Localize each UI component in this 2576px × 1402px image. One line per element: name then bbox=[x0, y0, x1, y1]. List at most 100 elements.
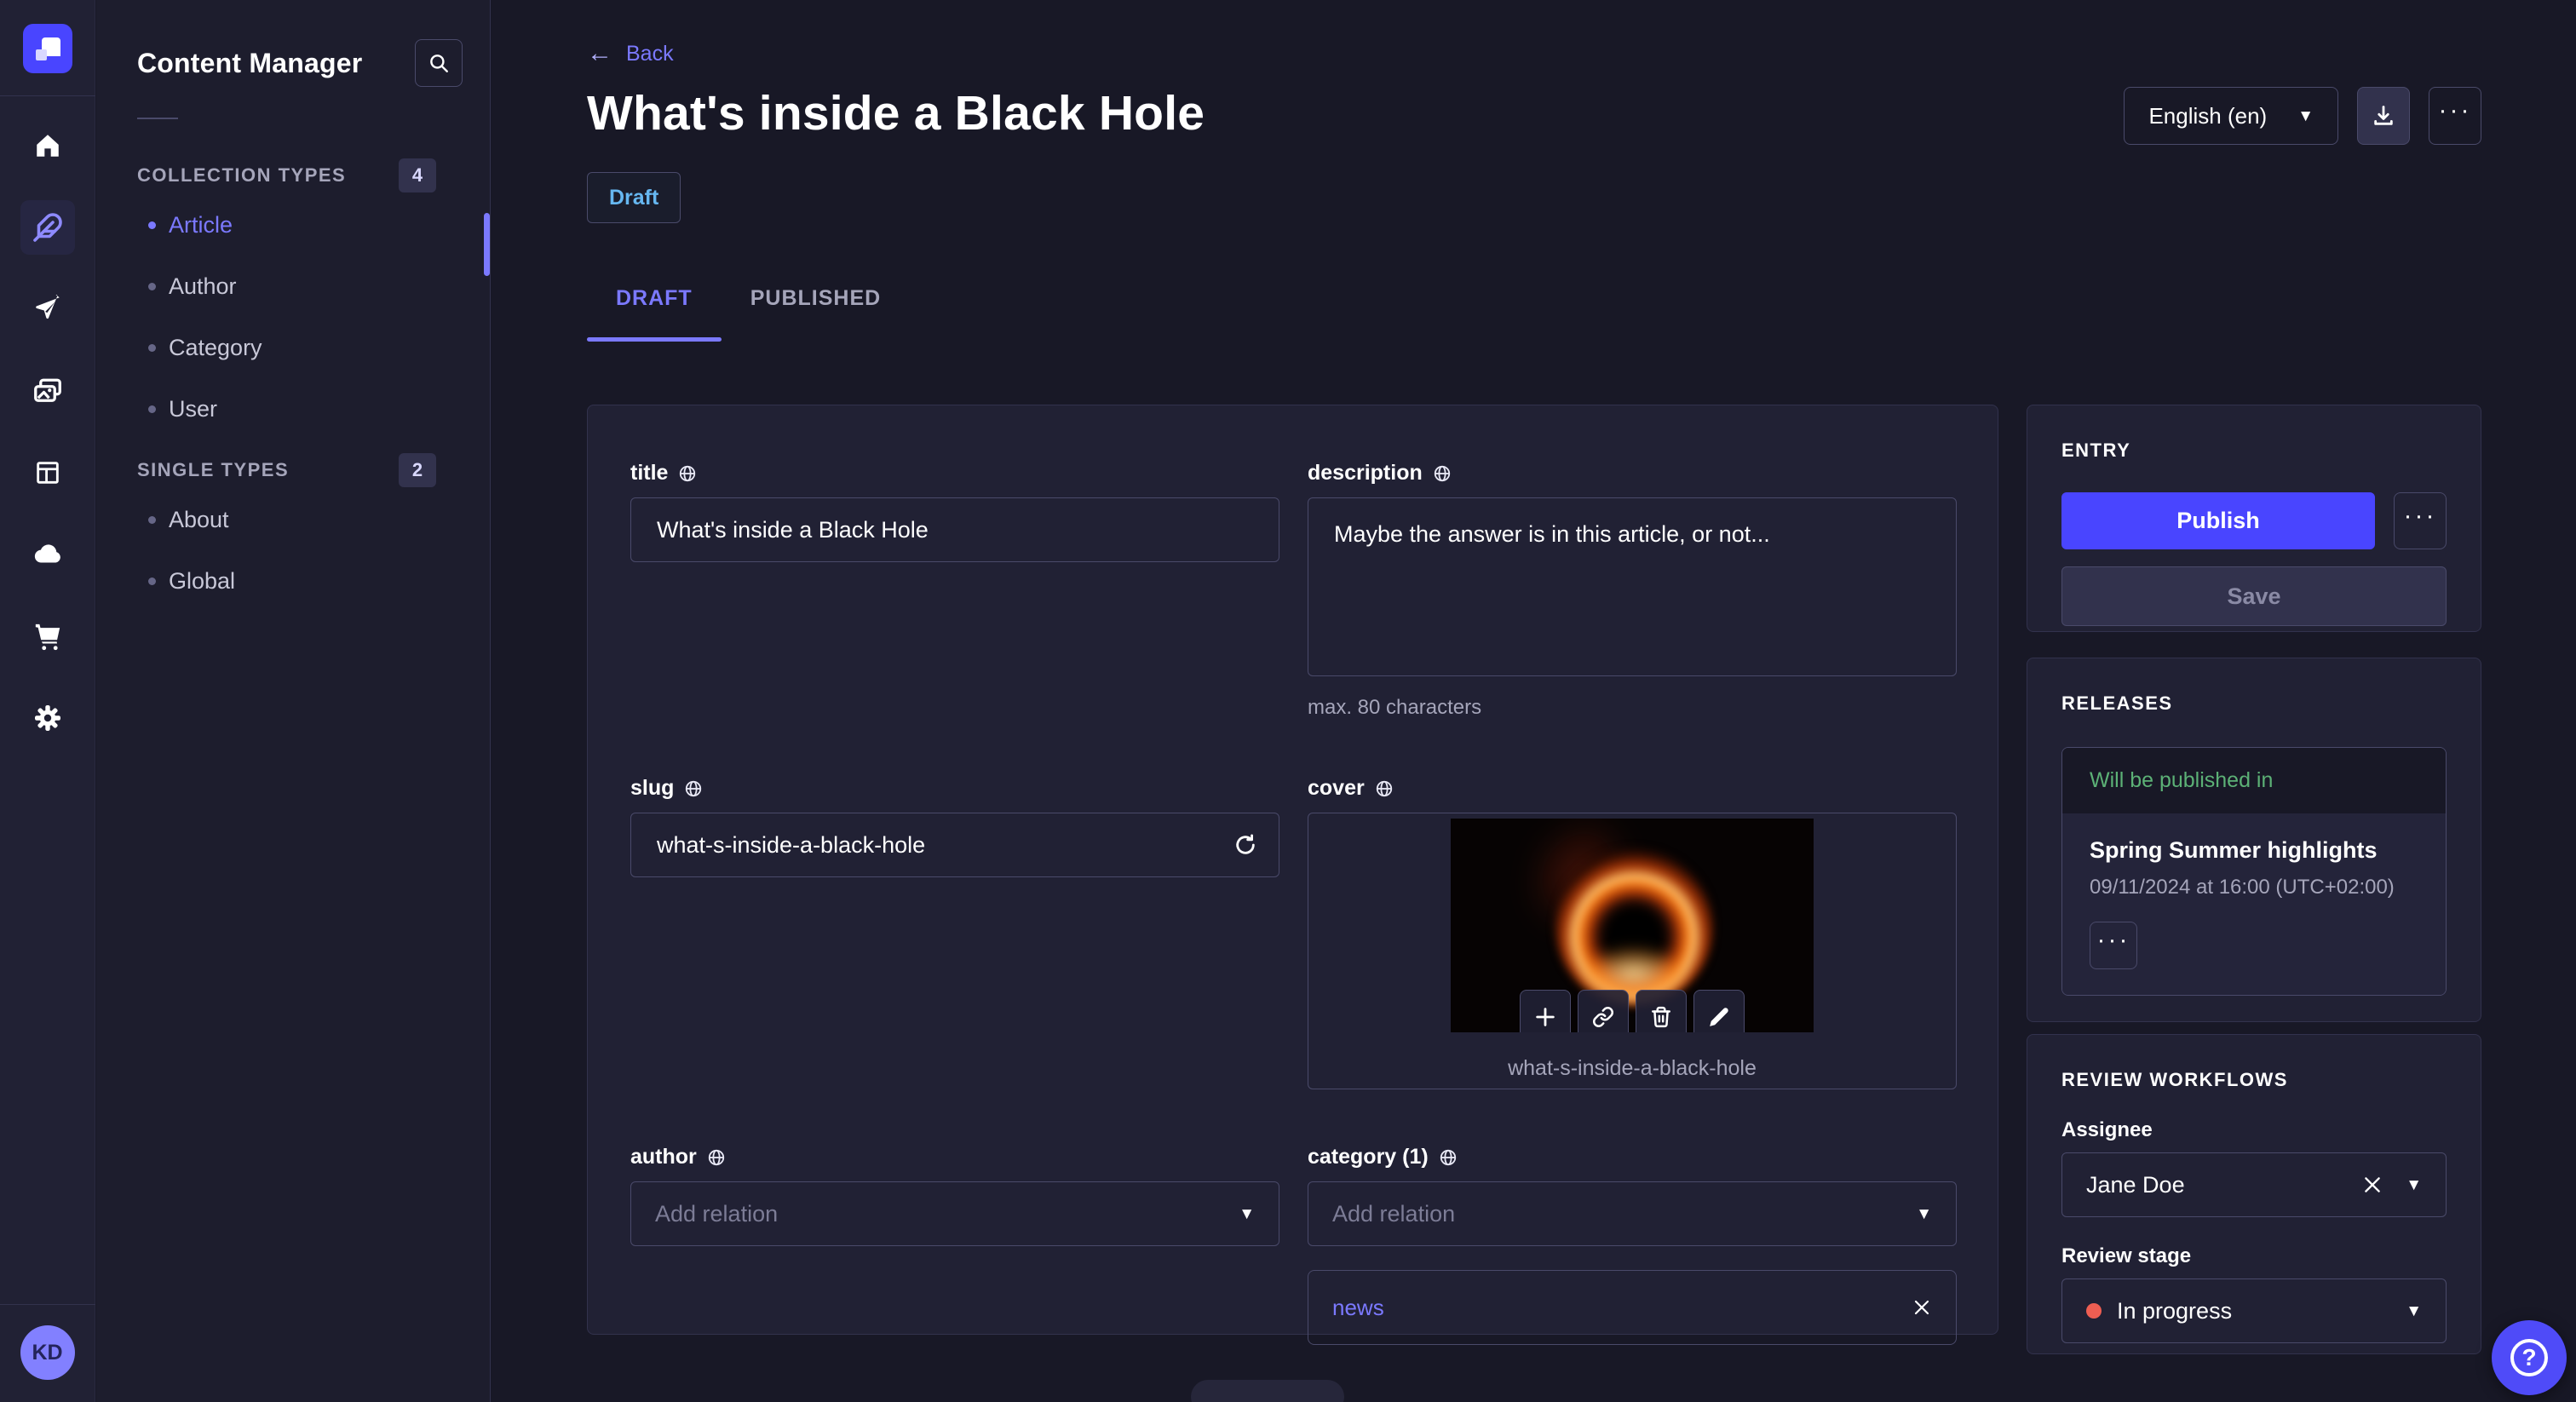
entry-panel-title: ENTRY bbox=[2061, 440, 2131, 461]
close-icon bbox=[2365, 1177, 2380, 1192]
add-media-button[interactable] bbox=[1520, 990, 1571, 1032]
slug-input[interactable] bbox=[630, 813, 1279, 877]
delete-media-button[interactable] bbox=[1636, 990, 1687, 1032]
pencil-icon bbox=[1710, 1008, 1728, 1026]
deploy-cloud-icon[interactable] bbox=[20, 527, 75, 582]
edit-form-card: title description Maybe the answer is in… bbox=[587, 405, 1998, 1345]
localized-globe-icon bbox=[680, 465, 696, 481]
edit-media-button[interactable] bbox=[1693, 990, 1745, 1032]
review-workflows-panel: REVIEW WORKFLOWS Assignee Jane Doe ▼ Rev… bbox=[2027, 1034, 2481, 1354]
cover-caption: what-s-inside-a-black-hole bbox=[1508, 1056, 1757, 1080]
locale-select[interactable]: English (en) ▼ bbox=[2124, 87, 2338, 145]
settings-gear-icon[interactable] bbox=[20, 691, 75, 745]
stage-status-dot bbox=[2086, 1303, 2102, 1319]
content-type-builder-icon[interactable] bbox=[20, 445, 75, 500]
release-name: Spring Summer highlights bbox=[2090, 837, 2378, 863]
count-badge: 2 bbox=[399, 453, 436, 487]
collection-types-section: COLLECTION TYPES 4 Article Author Catego… bbox=[96, 157, 490, 440]
single-types-section: SINGLE TYPES 2 About Global bbox=[96, 451, 490, 612]
main-content: ← Back What's inside a Black Hole Draft … bbox=[492, 0, 2576, 1402]
search-icon bbox=[430, 55, 448, 72]
field-slug: slug bbox=[630, 776, 1279, 1089]
sidebar-scrollbar[interactable] bbox=[484, 213, 490, 276]
version-tabs: DRAFT PUBLISHED bbox=[587, 274, 910, 342]
field-category: category (1) Add relation ▼ news bbox=[1308, 1145, 1957, 1345]
releases-panel: RELEASES Will be published in Spring Sum… bbox=[2027, 658, 2481, 1022]
publish-button[interactable]: Publish bbox=[2061, 492, 2375, 549]
category-relation-item: news bbox=[1308, 1270, 1957, 1345]
strapi-logo[interactable] bbox=[22, 24, 72, 73]
field-title: title bbox=[630, 461, 1279, 720]
user-avatar[interactable]: KD bbox=[20, 1325, 75, 1380]
sidebar-item-category[interactable]: Category bbox=[96, 317, 490, 378]
sidebar-item-user[interactable]: User bbox=[96, 378, 490, 440]
title-input[interactable] bbox=[630, 497, 1279, 562]
sidebar-item-author[interactable]: Author bbox=[96, 256, 490, 317]
back-link[interactable]: ← Back bbox=[587, 41, 674, 66]
author-relation-select[interactable]: Add relation ▼ bbox=[630, 1181, 1279, 1246]
remove-relation-button[interactable] bbox=[1912, 1297, 1932, 1318]
copy-link-button[interactable] bbox=[1578, 990, 1629, 1032]
category-relation-select[interactable]: Add relation ▼ bbox=[1308, 1181, 1957, 1246]
question-mark-icon: ? bbox=[2510, 1339, 2548, 1376]
link-icon bbox=[1593, 1007, 1613, 1027]
page-title: What's inside a Black Hole bbox=[587, 86, 1205, 141]
localized-globe-icon bbox=[1434, 465, 1450, 481]
divider bbox=[137, 118, 178, 119]
tab-published[interactable]: PUBLISHED bbox=[722, 274, 910, 342]
localized-globe-icon bbox=[1440, 1149, 1456, 1165]
status-badge: Draft bbox=[587, 172, 681, 223]
sidebar-item-about[interactable]: About bbox=[96, 489, 490, 550]
icon-rail: KD bbox=[0, 0, 95, 1402]
entry-panel: ENTRY Publish ··· Save bbox=[2027, 405, 2481, 632]
bottom-floating-pill[interactable] bbox=[1191, 1380, 1344, 1402]
refresh-icon bbox=[1236, 834, 1255, 854]
home-icon[interactable] bbox=[20, 118, 75, 173]
section-label: SINGLE TYPES bbox=[137, 459, 290, 480]
releases-icon[interactable] bbox=[20, 282, 75, 336]
review-panel-title: REVIEW WORKFLOWS bbox=[2061, 1069, 2288, 1090]
chevron-down-icon: ▼ bbox=[2406, 1175, 2422, 1194]
header-more-button[interactable]: ··· bbox=[2429, 87, 2481, 145]
review-stage-label: Review stage bbox=[2061, 1244, 2192, 1267]
field-description: description Maybe the answer is in this … bbox=[1308, 461, 1957, 720]
release-status: Will be published in bbox=[2062, 748, 2446, 813]
localized-globe-icon bbox=[1376, 780, 1392, 796]
releases-panel-title: RELEASES bbox=[2061, 692, 2173, 714]
description-textarea[interactable]: Maybe the answer is in this article, or … bbox=[1308, 497, 1957, 676]
assignee-combobox[interactable]: Jane Doe ▼ bbox=[2061, 1152, 2447, 1217]
field-cover: cover what-s-inside-a-black-hole bbox=[1308, 776, 1957, 1089]
download-icon bbox=[2374, 106, 2393, 125]
cover-media-box: what-s-inside-a-black-hole bbox=[1308, 813, 1957, 1089]
close-icon bbox=[1914, 1300, 1929, 1315]
sidebar-item-global[interactable]: Global bbox=[96, 550, 490, 612]
review-stage-select[interactable]: In progress ▼ bbox=[2061, 1278, 2447, 1343]
chevron-down-icon: ▼ bbox=[1916, 1204, 1932, 1223]
tab-draft[interactable]: DRAFT bbox=[587, 274, 722, 342]
localized-globe-icon bbox=[686, 780, 702, 796]
help-button[interactable]: ? bbox=[2492, 1320, 2567, 1395]
release-date: 09/11/2024 at 16:00 (UTC+02:00) bbox=[2090, 876, 2395, 899]
localized-globe-icon bbox=[708, 1149, 724, 1165]
export-button[interactable] bbox=[2357, 87, 2410, 145]
marketplace-cart-icon[interactable] bbox=[20, 609, 75, 664]
chevron-down-icon: ▼ bbox=[2297, 106, 2314, 125]
cover-image-black-hole bbox=[1451, 819, 1814, 1032]
regenerate-slug-button[interactable] bbox=[1233, 833, 1257, 857]
assignee-label: Assignee bbox=[2061, 1118, 2153, 1141]
description-hint: max. 80 characters bbox=[1308, 696, 1482, 719]
search-button[interactable] bbox=[415, 39, 463, 87]
release-card: Will be published in Spring Summer highl… bbox=[2061, 747, 2447, 996]
field-author: author Add relation ▼ bbox=[630, 1145, 1279, 1345]
save-button[interactable]: Save bbox=[2061, 566, 2447, 626]
content-manager-icon[interactable] bbox=[20, 200, 75, 255]
trash-icon bbox=[1652, 1006, 1670, 1028]
relation-news-link[interactable]: news bbox=[1332, 1295, 1384, 1321]
chevron-down-icon: ▼ bbox=[1239, 1204, 1255, 1223]
clear-assignee-button[interactable] bbox=[2361, 1174, 2383, 1196]
entry-more-button[interactable]: ··· bbox=[2394, 492, 2447, 549]
section-label: COLLECTION TYPES bbox=[137, 164, 347, 186]
release-more-button[interactable]: ··· bbox=[2090, 922, 2137, 969]
media-library-icon[interactable] bbox=[20, 364, 75, 418]
sidebar-item-article[interactable]: Article bbox=[96, 194, 490, 256]
